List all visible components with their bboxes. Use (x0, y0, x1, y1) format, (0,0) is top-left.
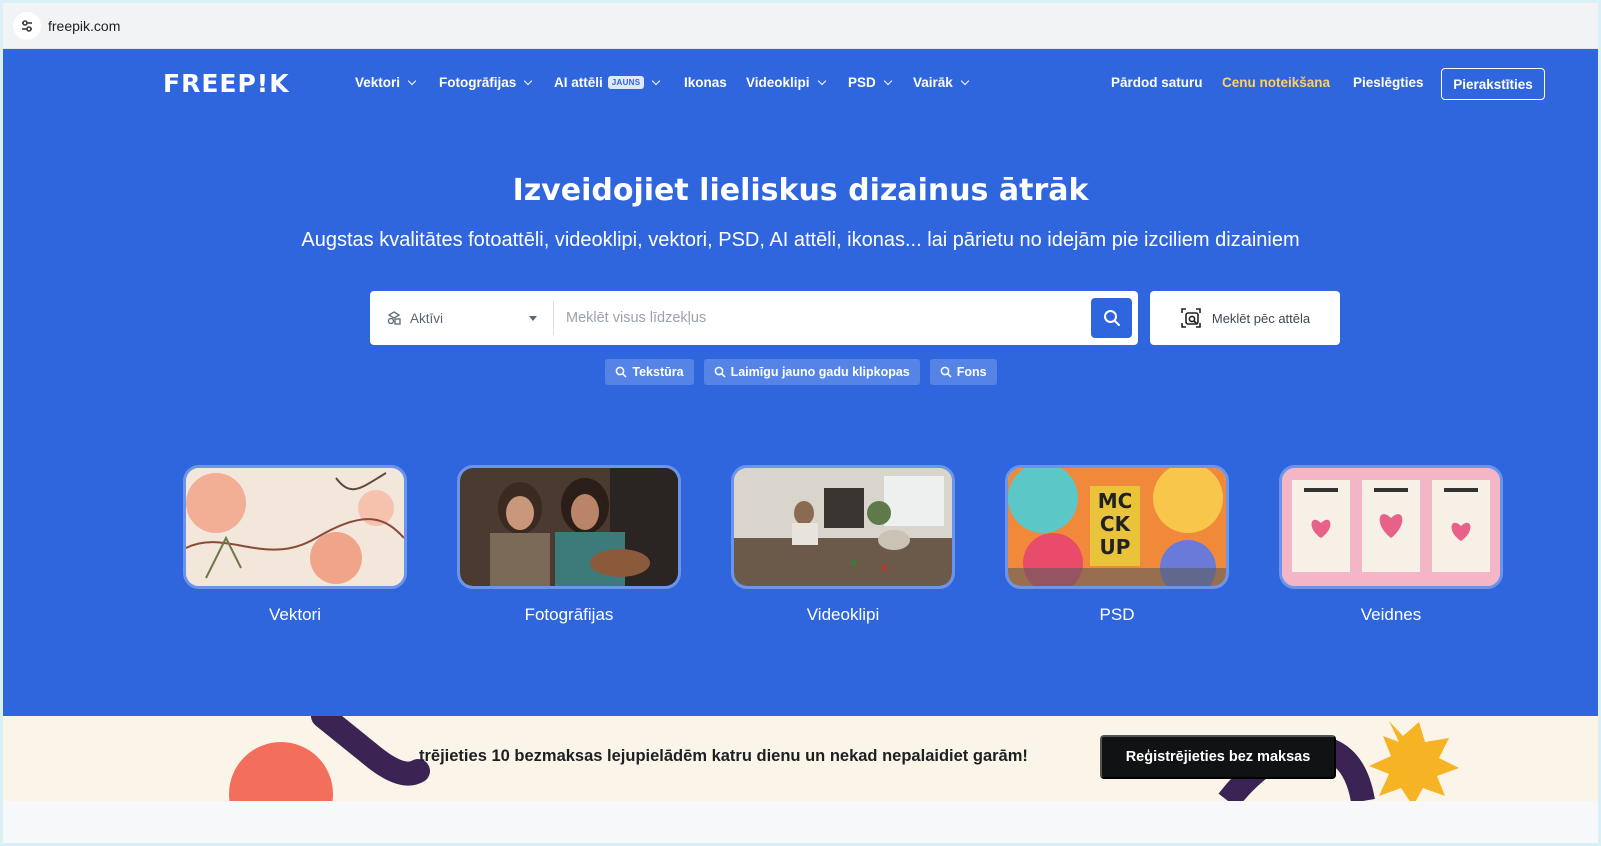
assets-icon (387, 311, 401, 325)
nav-videoklipi-label: Videoklipi (746, 75, 810, 90)
nav-vektori[interactable]: Vektori (355, 75, 417, 90)
asset-type-label: Aktīvi (410, 310, 444, 326)
search-icon (940, 366, 952, 378)
nav-fotografijas[interactable]: Fotogrāfijas (439, 75, 533, 90)
chevron-down-icon (883, 76, 893, 85)
chevron-down-icon (960, 76, 970, 85)
image-search-icon (1181, 308, 1201, 328)
chip-label: Tekstūra (632, 365, 684, 379)
page: freepik.com FREEP!K Vektori Fotogrāfijas… (0, 0, 1601, 846)
address-url[interactable]: freepik.com (48, 18, 120, 34)
nav-sell-content[interactable]: Pārdod saturu (1111, 75, 1203, 90)
nav-ai-atteli-label: AI attēli (554, 75, 603, 90)
category-fotografijas-image[interactable] (457, 465, 681, 589)
nav-vairak-label: Vairāk (913, 75, 953, 90)
nav-videoklipi[interactable]: Videoklipi (746, 75, 826, 90)
search-icon (1103, 310, 1120, 326)
freepik-logo[interactable]: FREEP!K (163, 69, 290, 98)
category-psd[interactable]: MC CK UP PSD (1005, 465, 1229, 625)
search-icon (714, 366, 726, 378)
category-veidnes-image[interactable] (1279, 465, 1503, 589)
nav-vairak[interactable]: Vairāk (913, 75, 970, 90)
category-fotografijas[interactable]: Fotogrāfijas (457, 465, 681, 625)
svg-text:CK: CK (1100, 512, 1132, 536)
search-bar: Aktīvi (370, 291, 1138, 345)
site-settings-icon[interactable] (13, 12, 41, 40)
nav-pricing[interactable]: Cenu noteikšana (1222, 75, 1330, 90)
nav-ikonas-label: Ikonas (684, 75, 727, 90)
browser-address-bar: freepik.com (3, 3, 1598, 49)
search-input[interactable] (566, 303, 1076, 333)
category-veidnes-label: Veidnes (1360, 605, 1422, 624)
svg-text:MC: MC (1098, 489, 1133, 513)
category-cards: Vektori Fotogrāfijas Videoklipi MC CK UP… (183, 465, 1528, 635)
new-badge: JAUNS (607, 76, 645, 89)
search-by-image-label: Meklēt pēc attēla (1211, 310, 1311, 326)
search-icon (616, 366, 627, 378)
search-button[interactable] (1091, 298, 1132, 338)
category-videoklipi[interactable]: Videoklipi (731, 465, 955, 625)
nav-login[interactable]: Pieslēgties (1353, 75, 1424, 90)
nav-vektori-label: Vektori (355, 75, 401, 90)
address-pill[interactable] (9, 10, 1594, 42)
chevron-down-icon (524, 76, 533, 85)
category-vektori-image[interactable] (183, 465, 407, 589)
category-vektori-label: Vektori (269, 605, 321, 624)
promo-banner: trējieties 10 bezmaksas lejupielādēm kat… (3, 716, 1598, 801)
nav-ai-atteli[interactable]: AI attēli JAUNS (554, 75, 661, 90)
nav-psd[interactable]: PSD (848, 75, 893, 90)
chip-jaunais-gads[interactable]: Laimīgu jauno gadu klipkopas (703, 359, 920, 385)
nav-ikonas[interactable]: Ikonas (684, 75, 727, 90)
category-videoklipi-image[interactable] (731, 465, 955, 589)
chevron-down-icon (652, 76, 661, 85)
asset-type-select[interactable]: Aktīvi (386, 291, 546, 345)
chip-tekstura[interactable]: Tekstūra (605, 359, 694, 385)
signup-button[interactable]: Pierakstīties (1441, 68, 1545, 100)
category-psd-image[interactable]: MC CK UP (1005, 465, 1229, 589)
chevron-down-icon (407, 76, 417, 85)
suggestion-chips: Tekstūra Laimīgu jauno gadu klipkopas Fo… (3, 359, 1598, 385)
chip-fons[interactable]: Fons (929, 359, 997, 385)
hero-subtitle: Augstas kvalitātes fotoattēli, videoklip… (301, 229, 1300, 251)
register-free-button[interactable]: Reģistrējieties bez maksas (1100, 735, 1336, 779)
page-bottom (3, 801, 1598, 843)
top-nav: FREEP!K Vektori Fotogrāfijas AI attēli J… (3, 49, 1598, 115)
nav-psd-label: PSD (848, 75, 876, 90)
hero-section: FREEP!K Vektori Fotogrāfijas AI attēli J… (3, 49, 1598, 716)
svg-text:UP: UP (1100, 535, 1131, 559)
category-fotografijas-label: Fotogrāfijas (524, 605, 614, 624)
promo-text: trējieties 10 bezmaksas lejupielādēm kat… (419, 747, 1028, 765)
chip-label: Laimīgu jauno gadu klipkopas (730, 365, 910, 379)
nav-fotografijas-label: Fotogrāfijas (439, 75, 517, 90)
category-vektori[interactable]: Vektori (183, 465, 407, 625)
hero-title: Izveidojiet lieliskus dizainus ātrāk (512, 173, 1089, 208)
category-videoklipi-label: Videoklipi (806, 605, 880, 624)
category-psd-label: PSD (1099, 605, 1135, 624)
caret-down-icon (529, 316, 537, 321)
search-by-image-button[interactable]: Meklēt pēc attēla (1150, 291, 1340, 345)
chip-label: Fons (956, 365, 987, 379)
category-veidnes[interactable]: Veidnes (1279, 465, 1503, 625)
search-divider (553, 301, 554, 335)
chevron-down-icon (817, 76, 826, 85)
